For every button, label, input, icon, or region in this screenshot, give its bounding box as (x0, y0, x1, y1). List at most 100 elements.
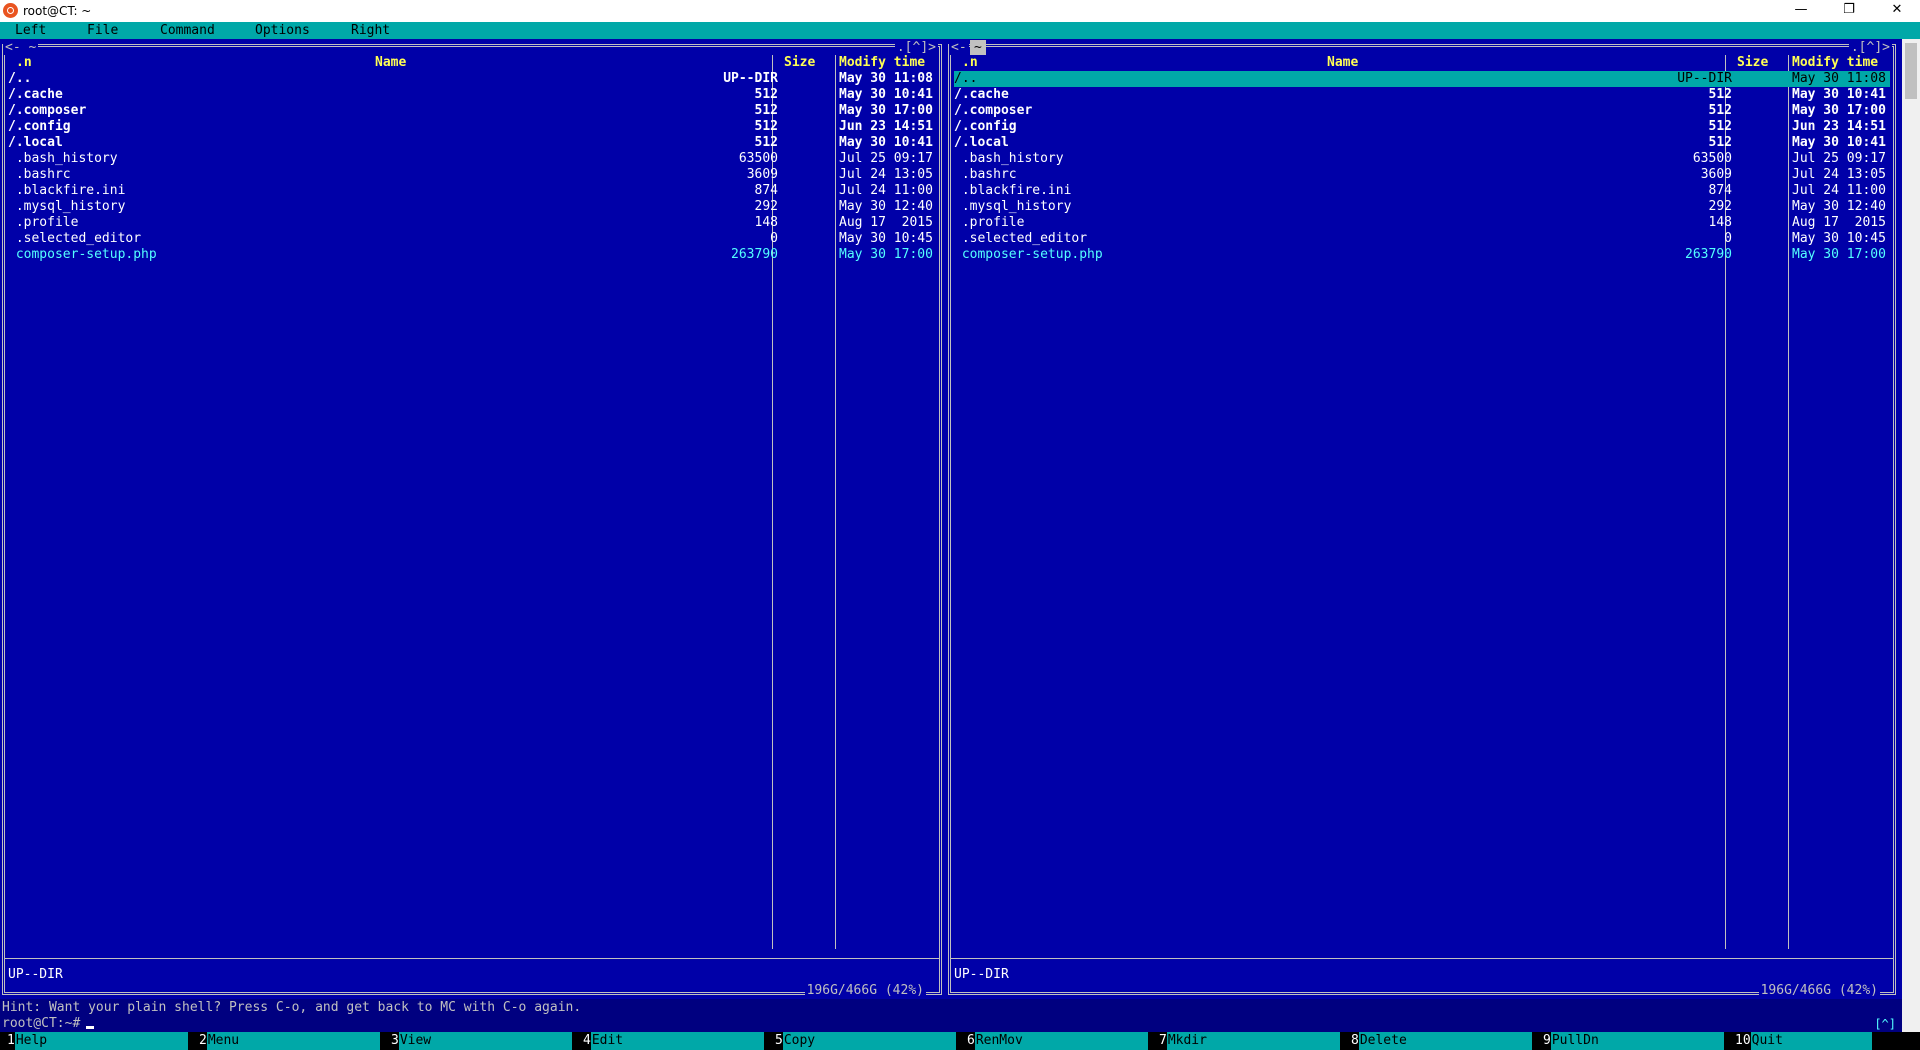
file-row[interactable]: .mysql_history 292 May 30 12:40 (8, 199, 936, 215)
file-name: .selected_editor (8, 231, 142, 246)
file-modify-time: Jul 24 13:05 (1792, 167, 1886, 182)
file-row[interactable]: .profile 148 Aug 17 2015 (954, 215, 1890, 231)
file-modify-time: May 30 17:00 (839, 103, 933, 118)
file-size: 263790 (1685, 247, 1732, 262)
file-row[interactable]: /.cache 512 May 30 10:41 (8, 87, 936, 103)
file-name: composer-setup.php (8, 247, 157, 262)
file-name: /.config (954, 119, 1017, 134)
hint-line: Hint: Want your plain shell? Press C-o, … (0, 999, 1920, 1016)
file-row[interactable]: /.composer 512 May 30 17:00 (8, 103, 936, 119)
file-size: UP--DIR (723, 71, 778, 86)
window-titlebar: root@CT: ~ — ❐ ✕ (0, 0, 1920, 22)
fkey-number: 7 (1159, 1033, 1167, 1048)
file-row[interactable]: /.local 512 May 30 10:41 (954, 135, 1890, 151)
right-panel-path: ~ (970, 40, 986, 55)
file-size: 512 (754, 87, 778, 102)
right-panel-history-left[interactable]: <- (949, 40, 969, 55)
column-header-modify[interactable]: Modify time (1792, 55, 1878, 70)
file-row[interactable]: /.config 512 Jun 23 14:51 (8, 119, 936, 135)
file-row[interactable]: .bash_history 63500 Jul 25 09:17 (954, 151, 1890, 167)
sort-indicator[interactable]: .n (16, 55, 32, 70)
left-panel-history-left[interactable]: <- ~ (3, 40, 39, 55)
fkey-label: PullDn (1550, 1032, 1724, 1050)
fkey-edit[interactable]: 4Edit (576, 1032, 768, 1050)
file-row[interactable]: composer-setup.php 263790 May 30 17:00 (8, 247, 936, 263)
column-header-size[interactable]: Size (1737, 55, 1768, 70)
file-size: 292 (1708, 199, 1732, 214)
menu-right[interactable]: Right (351, 23, 390, 38)
file-row[interactable]: .selected_editor 0 May 30 10:45 (954, 231, 1890, 247)
left-free-space: 196G/466G (42%) (804, 983, 926, 998)
fkey-renmov[interactable]: 6RenMov (960, 1032, 1152, 1050)
right-free-space: 196G/466G (42%) (1758, 983, 1880, 998)
file-row[interactable]: /.local 512 May 30 10:41 (8, 135, 936, 151)
file-row[interactable]: .bashrc 3609 Jul 24 13:05 (8, 167, 936, 183)
column-header-size[interactable]: Size (784, 55, 815, 70)
scrollbar-thumb[interactable] (1905, 43, 1917, 99)
file-row[interactable]: .mysql_history 292 May 30 12:40 (954, 199, 1890, 215)
file-name: .profile (954, 215, 1025, 230)
file-modify-time: May 30 17:00 (1792, 103, 1886, 118)
file-size: 3609 (1700, 167, 1732, 182)
fkey-label: Mkdir (1166, 1032, 1340, 1050)
file-modify-time: May 30 17:00 (839, 247, 933, 262)
menu-left[interactable]: Left (15, 23, 46, 38)
window-scrollbar[interactable] (1902, 39, 1920, 1032)
menu-options[interactable]: Options (255, 23, 310, 38)
file-row[interactable]: .bash_history 63500 Jul 25 09:17 (8, 151, 936, 167)
file-row[interactable]: /.config 512 Jun 23 14:51 (954, 119, 1890, 135)
menu-command[interactable]: Command (160, 23, 215, 38)
left-panel[interactable]: <- ~ .[^]> .n Name Size Modify time /.. U… (0, 39, 944, 998)
fkey-delete[interactable]: 8Delete (1344, 1032, 1536, 1050)
fkey-copy[interactable]: 5Copy (768, 1032, 960, 1050)
restore-button[interactable]: ❐ (1826, 0, 1872, 22)
fkey-view[interactable]: 3View (384, 1032, 576, 1050)
file-row[interactable]: /.. UP--DIR May 30 11:08 (8, 71, 936, 87)
file-size: UP--DIR (1677, 71, 1732, 86)
file-row[interactable]: .bashrc 3609 Jul 24 13:05 (954, 167, 1890, 183)
column-header-name[interactable]: Name (1327, 55, 1358, 70)
column-header-name[interactable]: Name (375, 55, 406, 70)
file-name: /.local (954, 135, 1009, 150)
file-row[interactable]: /.. UP--DIR May 30 11:08 (954, 71, 1890, 87)
file-size: 512 (1708, 87, 1732, 102)
fkey-label: Menu (206, 1032, 380, 1050)
fkey-menu[interactable]: 2Menu (192, 1032, 384, 1050)
column-header-modify[interactable]: Modify time (839, 55, 925, 70)
file-row[interactable]: composer-setup.php 263790 May 30 17:00 (954, 247, 1890, 263)
left-panel-history-right[interactable]: .[^]> (894, 40, 938, 55)
file-modify-time: Jul 24 11:00 (839, 183, 933, 198)
fkey-number: 5 (775, 1033, 783, 1048)
file-row[interactable]: .blackfire.ini 874 Jul 24 11:00 (8, 183, 936, 199)
file-row[interactable]: .blackfire.ini 874 Jul 24 11:00 (954, 183, 1890, 199)
file-row[interactable]: /.composer 512 May 30 17:00 (954, 103, 1890, 119)
file-modify-time: Jul 25 09:17 (1792, 151, 1886, 166)
fkey-help[interactable]: 1Help (0, 1032, 192, 1050)
fkey-pulldn[interactable]: 9PullDn (1536, 1032, 1728, 1050)
menu-file[interactable]: File (87, 23, 118, 38)
file-name: /.composer (954, 103, 1033, 118)
close-button[interactable]: ✕ (1874, 0, 1920, 22)
fkey-number: 2 (199, 1033, 207, 1048)
file-modify-time: May 30 10:45 (839, 231, 933, 246)
file-modify-time: May 30 12:40 (1792, 199, 1886, 214)
file-row[interactable]: .profile 148 Aug 17 2015 (8, 215, 936, 231)
sort-indicator[interactable]: .n (962, 55, 978, 70)
command-line[interactable]: root@CT:~# (0, 1016, 1920, 1032)
file-size: 148 (1708, 215, 1732, 230)
right-file-list: /.. UP--DIR May 30 11:08 /.cache 512 May 30 1… (954, 71, 1890, 263)
fkey-number: 3 (391, 1033, 399, 1048)
file-modify-time: Aug 17 2015 (1792, 215, 1886, 230)
minimize-button[interactable]: — (1778, 0, 1824, 22)
right-panel-history-right[interactable]: .[^]> (1848, 40, 1892, 55)
shell-prompt: root@CT:~# (2, 1016, 81, 1031)
file-size: 0 (1724, 231, 1732, 246)
file-size: 512 (754, 119, 778, 134)
file-row[interactable]: /.cache 512 May 30 10:41 (954, 87, 1890, 103)
fkey-quit[interactable]: 10Quit (1728, 1032, 1902, 1050)
file-modify-time: May 30 10:41 (839, 135, 933, 150)
file-name: .bash_history (8, 151, 118, 166)
fkey-mkdir[interactable]: 7Mkdir (1152, 1032, 1344, 1050)
file-row[interactable]: .selected_editor 0 May 30 10:45 (8, 231, 936, 247)
right-panel[interactable]: <- ~ .[^]> .n Name Size Modify time /.. U… (946, 39, 1898, 998)
